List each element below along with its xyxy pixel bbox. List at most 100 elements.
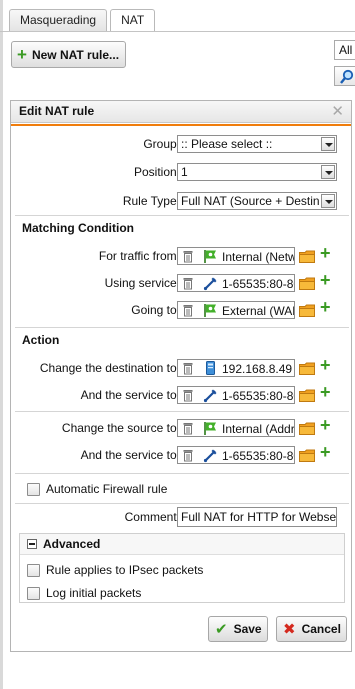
- tab-nat[interactable]: NAT: [110, 9, 156, 32]
- search-button[interactable]: [334, 66, 355, 86]
- rule-type-value: Full NAT (Source + Destination): [181, 194, 319, 208]
- close-icon[interactable]: ✕: [331, 102, 344, 120]
- advanced-title: Advanced: [43, 537, 101, 551]
- rule-type-select[interactable]: Full NAT (Source + Destination): [177, 192, 337, 210]
- position-value: 1: [181, 165, 188, 179]
- ipsec-label: Rule applies to IPsec packets: [46, 563, 204, 577]
- going-to-row: Going to: External (WAN) (Address) +: [11, 297, 351, 321]
- folder-icon[interactable]: [299, 422, 315, 435]
- going-to-field[interactable]: External (WAN) (Address): [177, 301, 295, 319]
- network-flag-icon: [204, 250, 216, 263]
- log-packets-checkbox[interactable]: [27, 587, 40, 600]
- host-icon: [206, 361, 215, 375]
- trash-icon[interactable]: [183, 389, 193, 402]
- change-destination-field[interactable]: 192.168.8.49: [177, 359, 295, 377]
- trash-icon[interactable]: [183, 277, 193, 290]
- group-row: Group: :: Please select ::: [11, 135, 351, 155]
- traffic-from-value: Internal (Network): [222, 250, 294, 264]
- rule-type-row: Rule Type: Full NAT (Source + Destinatio…: [11, 192, 351, 212]
- using-service-label: Using service:: [104, 276, 180, 290]
- group-value: :: Please select ::: [181, 137, 273, 151]
- network-flag-icon: [204, 422, 216, 435]
- ipsec-checkbox[interactable]: [27, 564, 40, 577]
- service-cable-icon: [203, 449, 217, 463]
- add-icon[interactable]: +: [320, 355, 331, 376]
- trash-icon[interactable]: [183, 449, 193, 462]
- source-service-field[interactable]: 1-65535:80-80: [177, 446, 295, 464]
- collapse-icon[interactable]: [27, 539, 37, 549]
- folder-icon[interactable]: [299, 389, 315, 402]
- divider: [15, 473, 349, 474]
- destination-service-field[interactable]: 1-65535:80-80: [177, 386, 295, 404]
- folder-icon[interactable]: [299, 449, 315, 462]
- network-flag-icon: [204, 304, 216, 317]
- comment-row: Comment: Full NAT for HTTP for Webserver: [11, 507, 351, 527]
- chevron-down-icon: [321, 137, 335, 151]
- position-row: Position: 1: [11, 163, 351, 183]
- going-to-value: External (WAN) (Address): [222, 304, 294, 318]
- accent-strip: [11, 124, 351, 126]
- change-destination-row: Change the destination to: 192.168.8.49 …: [11, 355, 351, 379]
- add-icon[interactable]: +: [320, 243, 331, 264]
- position-select[interactable]: 1: [177, 163, 337, 181]
- new-nat-rule-label: New NAT rule...: [31, 47, 120, 62]
- add-icon[interactable]: +: [320, 382, 331, 403]
- position-label: Position:: [133, 165, 180, 179]
- using-service-field[interactable]: 1-65535:80-80: [177, 274, 295, 292]
- tab-bar: Masquerading NAT: [9, 9, 158, 32]
- add-icon[interactable]: +: [320, 297, 331, 318]
- tab-masquerading[interactable]: Masquerading: [9, 9, 108, 31]
- cancel-x-icon: ✖: [283, 621, 296, 638]
- trash-icon[interactable]: [183, 304, 193, 317]
- folder-icon[interactable]: [299, 250, 315, 263]
- plus-icon: +: [17, 44, 27, 64]
- service-cable-icon: [203, 277, 217, 291]
- save-button[interactable]: ✔ Save: [208, 616, 268, 642]
- change-source-value: Internal (Address): [222, 422, 295, 436]
- folder-icon[interactable]: [299, 304, 315, 317]
- new-nat-rule-button[interactable]: + New NAT rule...: [11, 41, 126, 68]
- trash-icon[interactable]: [183, 250, 193, 263]
- using-service-value: 1-65535:80-80: [222, 277, 295, 291]
- traffic-from-row: For traffic from: Internal (Network) +: [11, 243, 351, 267]
- add-icon[interactable]: +: [320, 270, 331, 291]
- save-label: Save: [233, 622, 262, 636]
- using-service-row: Using service: 1-65535:80-80 +: [11, 270, 351, 294]
- add-icon[interactable]: +: [320, 442, 331, 463]
- divider: [15, 327, 349, 328]
- traffic-from-field[interactable]: Internal (Network): [177, 247, 295, 265]
- filter-select[interactable]: All: [334, 40, 355, 60]
- folder-icon[interactable]: [299, 362, 315, 375]
- chevron-down-icon: [321, 194, 335, 208]
- comment-input[interactable]: Full NAT for HTTP for Webserver: [177, 507, 337, 527]
- trash-icon[interactable]: [183, 362, 193, 375]
- chevron-down-icon: [321, 165, 335, 179]
- service-cable-icon: [203, 389, 217, 403]
- add-icon[interactable]: +: [320, 415, 331, 436]
- advanced-panel: Advanced Rule applies to IPsec packets L…: [19, 533, 345, 603]
- group-select[interactable]: :: Please select ::: [177, 135, 337, 153]
- folder-icon[interactable]: [299, 277, 315, 290]
- change-source-field[interactable]: Internal (Address): [177, 419, 295, 437]
- cancel-button[interactable]: ✖ Cancel: [276, 616, 347, 642]
- traffic-from-label: For traffic from:: [98, 249, 180, 263]
- divider: [15, 411, 349, 412]
- change-destination-value: 192.168.8.49: [222, 362, 293, 376]
- change-source-row: Change the source to: Internal (Address)…: [11, 415, 351, 439]
- auto-firewall-label: Automatic Firewall rule: [46, 482, 168, 496]
- advanced-header[interactable]: Advanced: [20, 534, 344, 555]
- auto-firewall-checkbox[interactable]: [27, 483, 40, 496]
- source-service-value: 1-65535:80-80: [222, 449, 295, 463]
- tab-divider: [0, 31, 355, 32]
- dialog-header: Edit NAT rule ✕: [11, 101, 351, 123]
- divider: [15, 215, 349, 216]
- trash-icon[interactable]: [183, 422, 193, 435]
- matching-condition-heading: Matching Condition: [22, 221, 134, 235]
- checkmark-icon: ✔: [215, 621, 228, 638]
- change-source-label: Change the source to:: [61, 421, 180, 435]
- source-service-label: And the service to:: [80, 448, 180, 462]
- destination-service-value: 1-65535:80-80: [222, 389, 295, 403]
- change-destination-label: Change the destination to:: [39, 361, 180, 375]
- left-edge: [0, 0, 3, 689]
- source-service-row: And the service to: 1-65535:80-80 +: [11, 442, 351, 466]
